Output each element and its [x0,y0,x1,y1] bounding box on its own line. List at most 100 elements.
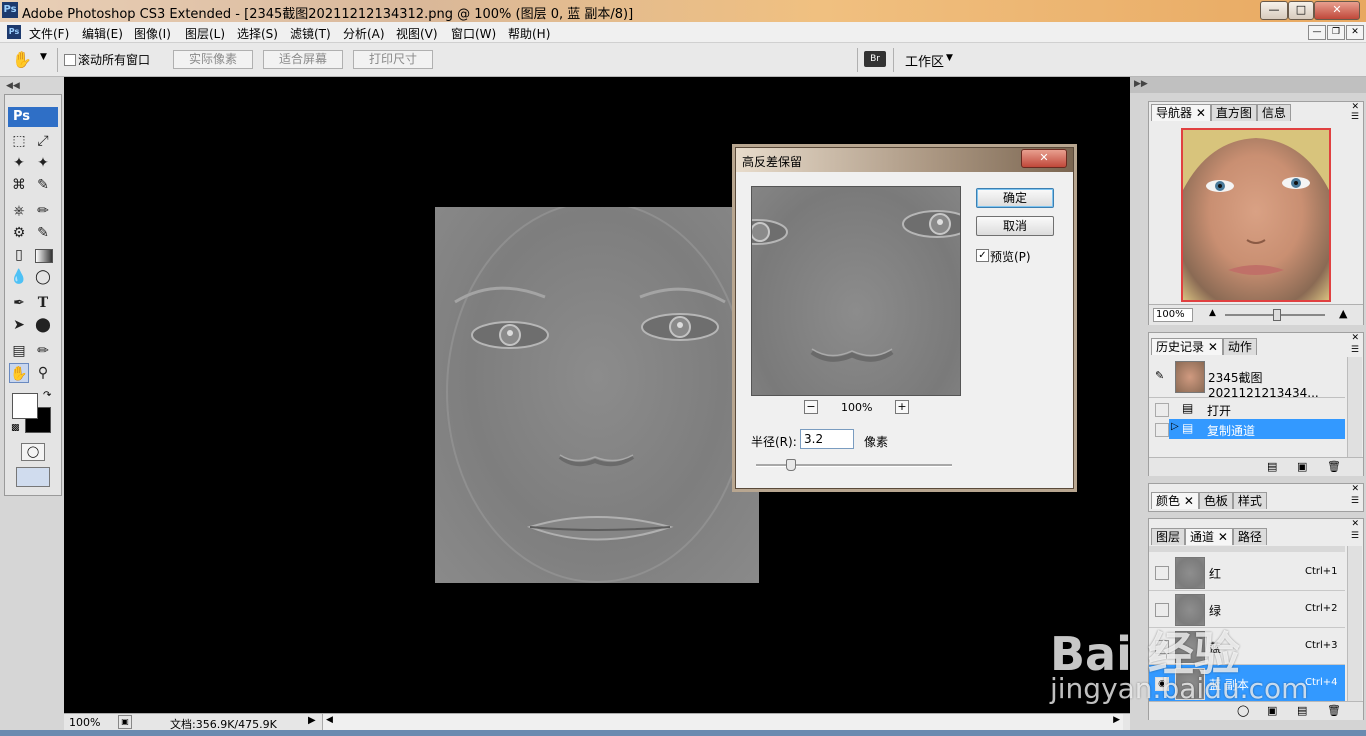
panel-close-icon[interactable]: ✕ [1351,333,1359,343]
collapse-icon[interactable]: ◀◀ [6,81,20,91]
new-document-icon[interactable]: ▤ [1267,460,1277,473]
tab-actions[interactable]: 动作 [1222,338,1257,355]
channel-row[interactable]: 蓝 Ctrl+3 [1149,628,1345,665]
menu-help[interactable]: 帮助(H) [508,25,550,42]
new-channel-icon[interactable]: ▤ [1297,704,1307,717]
zoom-slider-thumb[interactable] [1273,309,1281,321]
zoom-in-button[interactable]: + [895,400,909,414]
tab-navigator[interactable]: 导航器 ✕ [1151,104,1211,121]
dialog-close-button[interactable]: ✕ [1021,149,1067,168]
eyedropper-tool-icon[interactable]: ✏ [33,341,53,361]
menu-filter[interactable]: 滤镜(T) [290,25,331,42]
trash-icon[interactable]: 🗑 [1327,460,1341,473]
pen-tool-icon[interactable]: ✒ [9,293,29,313]
cancel-button[interactable]: 取消 [976,216,1054,236]
collapse-icon[interactable]: ▶▶ [1134,79,1148,89]
panel-menu-icon[interactable]: ☰ [1351,112,1359,122]
menu-layer[interactable]: 图层(L) [185,25,225,42]
swap-colors-icon[interactable]: ↷ [43,390,51,401]
tab-history[interactable]: 历史记录 ✕ [1151,338,1223,355]
magic-wand-tool-icon[interactable]: ✦ [33,153,53,173]
tab-channels[interactable]: 通道 ✕ [1185,528,1233,545]
move-tool-icon[interactable]: ⤢ [33,131,53,151]
scroll-right-icon[interactable]: ▶ [1113,715,1120,725]
chevron-down-icon[interactable]: ▼ [40,52,47,62]
save-selection-icon[interactable]: ▣ [1267,704,1277,717]
tab-layers[interactable]: 图层 [1151,528,1186,545]
scroll-left-icon[interactable]: ◀ [326,715,333,725]
history-scrollbar[interactable] [1347,357,1362,457]
notes-tool-icon[interactable]: ▤ [9,341,29,361]
snapshot-camera-icon[interactable]: ▣ [1297,460,1307,473]
gradient-tool-icon[interactable] [35,249,53,263]
actual-pixels-button[interactable]: 实际像素 [173,50,253,69]
default-colors-icon[interactable]: ▩ [11,423,20,433]
preview-checkbox[interactable]: ✓ [976,249,989,262]
status-preview-icon[interactable]: ▣ [118,715,132,729]
zoom-out-button[interactable]: − [804,400,818,414]
panel-close-icon[interactable]: ✕ [1351,519,1359,529]
blur-tool-icon[interactable]: 💧 [9,267,29,287]
tab-color[interactable]: 颜色 ✕ [1151,492,1199,509]
history-step-selected[interactable]: ▤ 复制通道 [1169,419,1345,439]
print-size-button[interactable]: 打印尺寸 [353,50,433,69]
close-button[interactable]: ✕ [1314,1,1360,20]
dialog-preview-window[interactable] [751,186,961,396]
ok-button[interactable]: 确定 [976,188,1054,208]
minimize-button[interactable]: — [1260,1,1288,20]
type-tool-icon[interactable]: T [33,293,53,313]
radius-input[interactable]: 3.2 [800,429,854,449]
chevron-down-icon[interactable]: ▼ [946,53,953,63]
panel-menu-icon[interactable]: ☰ [1351,345,1359,355]
hand-tool-icon[interactable]: ✋ [12,50,32,69]
channels-scrollbar[interactable] [1347,546,1362,701]
eye-icon[interactable]: ◉ [1155,677,1169,691]
channel-row[interactable]: 红 Ctrl+1 [1149,554,1345,591]
history-brush-icon[interactable]: ✎ [33,223,53,243]
panel-menu-icon[interactable]: ☰ [1351,531,1359,541]
fit-screen-button[interactable]: 适合屏幕 [263,50,343,69]
dialog-title-bar[interactable]: 高反差保留 ✕ [736,148,1073,172]
maximize-button[interactable]: □ [1288,1,1314,20]
panel-menu-icon[interactable]: ☰ [1351,496,1359,506]
crop-tool-icon[interactable]: ⌘ [9,175,29,195]
zoom-out-icon[interactable]: ▲ [1209,308,1216,318]
menu-file[interactable]: 文件(F) [29,25,69,42]
horizontal-scrollbar[interactable]: ◀ ▶ [322,714,1123,730]
load-selection-icon[interactable]: ◯ [1237,704,1249,717]
brush-tool-icon[interactable]: ✏ [33,201,53,221]
lasso-tool-icon[interactable]: ✦ [9,153,29,173]
quick-mask-icon[interactable]: ◯ [21,443,45,461]
navigator-zoom-field[interactable]: 100% [1153,308,1193,322]
foreground-color-swatch[interactable] [12,393,38,419]
visibility-toggle[interactable] [1155,640,1169,654]
status-zoom[interactable]: 100% [69,716,100,729]
marquee-tool-icon[interactable]: ⬚ [9,131,29,151]
eraser-tool-icon[interactable]: ▯ [9,245,29,265]
menu-select[interactable]: 选择(S) [237,25,278,42]
document-image[interactable] [435,207,759,583]
visibility-toggle[interactable] [1155,603,1169,617]
ellipse-tool-icon[interactable]: ⬤ [33,315,53,335]
panel-close-icon[interactable]: ✕ [1351,484,1359,494]
menu-image[interactable]: 图像(I) [134,25,171,42]
dodge-tool-icon[interactable]: ◯ [33,267,53,287]
visibility-toggle[interactable] [1155,566,1169,580]
panel-close-icon[interactable]: ✕ [1351,102,1359,112]
history-snapshot-row[interactable]: ✎ 2345截图2021121213434... [1149,357,1345,400]
doc-minimize-button[interactable]: — [1308,25,1326,40]
scroll-all-checkbox[interactable] [64,54,76,66]
radius-slider-thumb[interactable] [786,459,796,471]
workspace-menu[interactable]: 工作区 [905,51,944,70]
bridge-icon[interactable]: Br [864,51,886,67]
healing-brush-icon[interactable]: ⎈ [9,201,29,221]
navigator-thumbnail[interactable] [1181,128,1331,302]
slice-tool-icon[interactable]: ✎ [33,175,53,195]
history-source-checkbox[interactable] [1155,423,1169,437]
history-brush-source-icon[interactable]: ✎ [1155,369,1164,382]
path-selection-icon[interactable]: ➤ [9,315,29,335]
tab-swatches[interactable]: 色板 [1198,492,1233,509]
menu-edit[interactable]: 编辑(E) [82,25,123,42]
menu-window[interactable]: 窗口(W) [451,25,496,42]
zoom-tool-icon[interactable]: ⚲ [33,363,53,383]
